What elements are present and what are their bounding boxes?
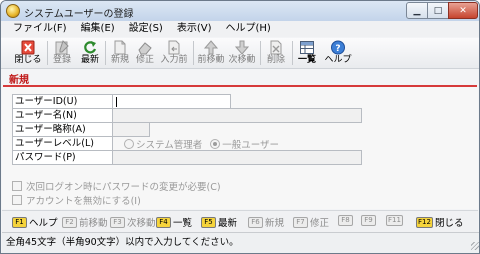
status-bar: 全角45文字（半角90文字）以内で入力してください。 [2, 232, 479, 253]
menu-edit[interactable]: 編集(E) [73, 21, 121, 37]
svg-text:?: ? [335, 44, 340, 54]
resize-grip-icon[interactable] [471, 242, 479, 250]
fkey-f12-close[interactable]: F12 閉じる [416, 215, 463, 229]
eraser-icon [138, 42, 152, 55]
toolbar-separator [292, 41, 293, 65]
delete-icon [270, 40, 282, 55]
close-icon: ✕ [459, 5, 467, 16]
close-button[interactable]: 閉じる [11, 40, 45, 68]
fkey-f5-refresh[interactable]: F5 最新 [201, 215, 237, 229]
before-input-icon [168, 40, 180, 55]
toolbar: 閉じる 登録 最新 新規 修正 入力前 前移動 次移動 削除 一覧 ? ヘルプ [1, 38, 479, 69]
previous-button[interactable]: 前移動 [197, 40, 225, 68]
user-name-input[interactable] [112, 108, 362, 123]
form-row-user-id: ユーザーID(U) [12, 94, 372, 109]
title-bar: システムユーザーの登録 ▁ □ ✕ [1, 1, 479, 21]
help-icon: ? [331, 40, 345, 55]
menu-settings[interactable]: 設定(S) [121, 21, 169, 37]
arrow-down-icon [234, 40, 250, 55]
radio-unselected-icon [124, 139, 134, 149]
menu-file[interactable]: ファイル(F) [1, 21, 73, 37]
fkey-f8[interactable]: F8 [338, 215, 353, 226]
form-row-user-short-name: ユーザー略称(A) [12, 122, 372, 137]
user-level-label: ユーザーレベル(L) [12, 136, 113, 151]
new-button[interactable]: 新規 [108, 40, 132, 68]
password-input[interactable] [112, 150, 362, 165]
maximize-button[interactable]: □ [427, 2, 449, 19]
fkey-f11[interactable]: F11 [386, 215, 403, 226]
refresh-icon [84, 41, 97, 54]
user-id-label: ユーザーID(U) [12, 94, 113, 109]
next-button[interactable]: 次移動 [228, 40, 256, 68]
close-doc-icon [21, 40, 35, 55]
password-label: パスワード(P) [12, 150, 113, 165]
checkbox-change-password[interactable]: 次回ログオン時にパスワードの変更が必要(C) [12, 179, 221, 193]
list-button[interactable]: 一覧 [295, 40, 319, 68]
delete-button[interactable]: 削除 [264, 40, 288, 68]
fkey-f7-edit[interactable]: F7 修正 [293, 215, 329, 229]
register-icon [55, 40, 69, 55]
close-window-button[interactable]: ✕ [448, 2, 478, 19]
checkbox-icon [12, 181, 22, 191]
text-caret [116, 97, 117, 107]
fkey-f3-next[interactable]: F3 次移動 [110, 215, 156, 229]
minimize-icon: ▁ [413, 5, 421, 16]
radio-system-admin[interactable]: システム管理者 [124, 137, 202, 151]
list-icon [300, 41, 314, 54]
form-row-user-level: ユーザーレベル(L) システム管理者 一般ユーザー [12, 136, 372, 151]
app-window: システムユーザーの登録 ▁ □ ✕ ファイル(F) 編集(E) 設定(S) 表示… [0, 0, 480, 254]
menu-bar: ファイル(F) 編集(E) 設定(S) 表示(V) ヘルプ(H) [1, 21, 479, 37]
refresh-button[interactable]: 最新 [78, 40, 102, 68]
toolbar-separator [193, 41, 194, 65]
radio-general-user[interactable]: 一般ユーザー [210, 137, 279, 151]
app-icon [6, 4, 20, 18]
checkbox-disable-account[interactable]: アカウントを無効にする(I) [12, 193, 141, 207]
window-title: システムユーザーの登録 [24, 9, 134, 20]
toolbar-separator [105, 41, 106, 65]
fkey-f6-new[interactable]: F6 新規 [248, 215, 284, 229]
user-short-name-input[interactable] [112, 122, 150, 137]
before-input-button[interactable]: 入力前 [159, 40, 189, 68]
form-row-user-name: ユーザー名(N) [12, 108, 372, 123]
user-level-radio-group: システム管理者 一般ユーザー [124, 137, 279, 151]
arrow-up-icon [203, 40, 219, 55]
help-button[interactable]: ? ヘルプ [322, 40, 354, 68]
fkey-f4-list[interactable]: F4 一覧 [156, 215, 192, 229]
edit-button[interactable]: 修正 [133, 40, 157, 68]
user-name-label: ユーザー名(N) [12, 108, 113, 123]
checkbox-icon [12, 195, 22, 205]
fkey-f9[interactable]: F9 [361, 215, 376, 226]
register-button[interactable]: 登録 [50, 40, 74, 68]
new-doc-icon [114, 40, 126, 55]
minimize-button[interactable]: ▁ [406, 2, 428, 19]
toolbar-separator [47, 41, 48, 65]
menu-help[interactable]: ヘルプ(H) [218, 21, 277, 37]
form-row-password: パスワード(P) [12, 150, 372, 165]
toolbar-separator [260, 41, 261, 65]
mode-tab: 新規 [9, 75, 29, 86]
user-short-name-label: ユーザー略称(A) [12, 122, 113, 137]
user-id-input[interactable] [112, 94, 231, 109]
status-message: 全角45文字（半角90文字）以内で入力してください。 [6, 237, 239, 248]
menu-view[interactable]: 表示(V) [169, 21, 218, 37]
fkey-f1-help[interactable]: F1 ヘルプ [12, 215, 58, 229]
radio-selected-icon [210, 139, 221, 149]
fkey-f2-previous[interactable]: F2 前移動 [62, 215, 108, 229]
maximize-icon: □ [433, 5, 443, 16]
function-key-bar: F1 ヘルプ F2 前移動 F3 次移動 F4 一覧 F5 最新 F6 新規 F… [2, 210, 478, 232]
